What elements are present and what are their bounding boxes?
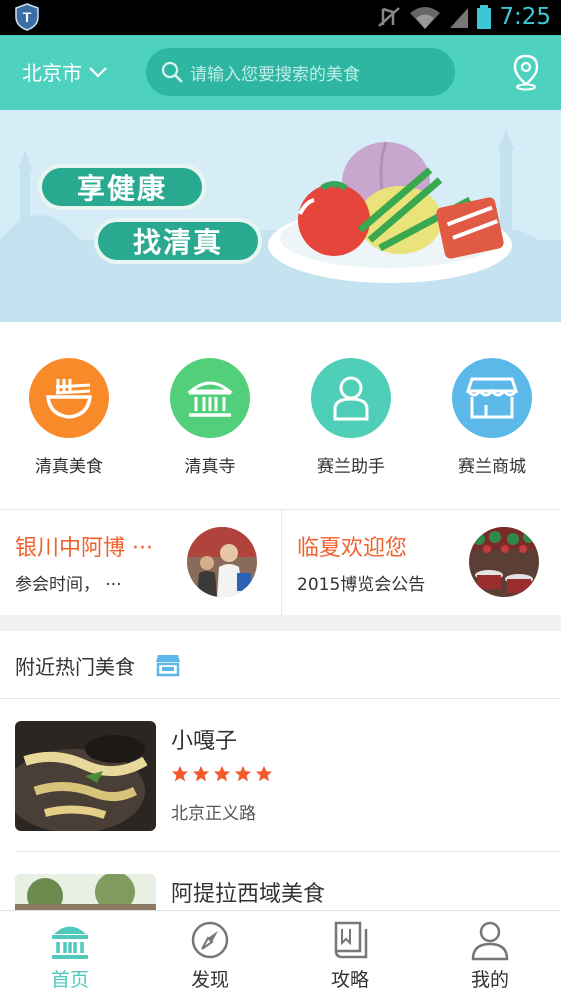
nearby-section-header: 附近热门美食	[0, 631, 561, 699]
category-label: 赛兰助手	[317, 457, 385, 477]
section-spacer	[0, 615, 561, 631]
news-subtitle: 2015博览会公告	[297, 575, 426, 595]
tab-label: 发现	[190, 969, 229, 991]
tab-home[interactable]: 首页	[0, 911, 140, 997]
shop-icon	[156, 655, 180, 677]
category-assistant[interactable]: 赛兰助手	[301, 358, 401, 477]
restaurant-photo	[15, 721, 156, 831]
news-thumbnail	[469, 527, 539, 597]
tab-label: 我的	[470, 969, 509, 991]
category-label: 赛兰商城	[458, 457, 526, 477]
battery-icon	[477, 5, 491, 29]
city-label: 北京市	[22, 61, 82, 85]
wifi-icon	[410, 7, 440, 29]
person-icon	[311, 358, 391, 438]
noodle-bowl-icon	[29, 358, 109, 438]
category-mosque[interactable]: 清真寺	[160, 358, 260, 477]
news-item-linxia[interactable]: 临夏欢迎您 2015博览会公告	[281, 510, 561, 616]
tab-discover[interactable]: 发现	[140, 911, 280, 997]
app-shield-icon: T	[15, 3, 39, 31]
status-clock: 7:25	[499, 4, 551, 30]
tab-label: 首页	[50, 969, 89, 991]
shop-icon	[452, 358, 532, 438]
category-halal-food[interactable]: 清真美食	[19, 358, 119, 477]
star-icon	[213, 765, 231, 782]
news-title: 银川中阿博 ···	[15, 536, 153, 561]
restaurant-address: 北京正义路	[171, 804, 256, 824]
user-icon	[471, 921, 509, 961]
category-label: 清真美食	[35, 457, 103, 477]
category-grid: 清真美食 清真寺 赛兰助手 赛兰商城	[0, 322, 561, 509]
star-icon	[192, 765, 210, 782]
compass-icon	[191, 921, 229, 959]
restaurant-name: 小嘎子	[171, 729, 238, 754]
star-icon	[255, 765, 273, 782]
news-row: 银川中阿博 ··· 参会时间， ··· 临夏欢迎您 2015博览会公告	[0, 509, 561, 616]
section-title: 附近热门美食	[15, 655, 135, 679]
status-bar: T 7:25	[0, 0, 561, 35]
mosque-icon	[52, 926, 88, 959]
news-thumbnail	[187, 527, 257, 597]
category-mall[interactable]: 赛兰商城	[442, 358, 542, 477]
star-icon	[171, 765, 189, 782]
svg-text:T: T	[23, 9, 32, 25]
search-icon	[161, 61, 183, 83]
tab-label: 攻略	[330, 969, 369, 991]
bottom-tab-bar: 首页 发现 攻略 我的	[0, 910, 561, 997]
restaurant-name: 阿提拉西域美食	[171, 882, 326, 907]
app-header: 北京市 请输入您要搜索的美食	[0, 35, 561, 110]
banner-illustration	[0, 128, 561, 322]
city-selector[interactable]: 北京市	[22, 57, 108, 86]
news-title: 临夏欢迎您	[297, 536, 408, 561]
banner-text-line1: 享健康	[38, 164, 206, 210]
promo-banner[interactable]: 享健康 找清真	[0, 110, 561, 322]
rating-stars	[171, 765, 273, 783]
location-pin-icon[interactable]	[510, 53, 542, 91]
news-subtitle: 参会时间， ···	[15, 575, 122, 595]
tab-guide[interactable]: 攻略	[280, 911, 420, 997]
search-placeholder: 请输入您要搜索的美食	[190, 64, 360, 85]
book-icon	[334, 921, 368, 959]
search-input[interactable]: 请输入您要搜索的美食	[146, 48, 455, 96]
news-item-yinchuan[interactable]: 银川中阿博 ··· 参会时间， ···	[0, 510, 280, 616]
mute-icon	[378, 7, 400, 27]
banner-text-line2: 找清真	[94, 218, 262, 264]
star-icon	[234, 765, 252, 782]
mosque-icon	[170, 358, 250, 438]
category-label: 清真寺	[184, 457, 236, 477]
restaurant-item[interactable]: 小嘎子 北京正义路	[0, 699, 561, 851]
tab-profile[interactable]: 我的	[420, 911, 560, 997]
chevron-down-icon	[89, 66, 107, 78]
signal-icon	[450, 8, 468, 28]
